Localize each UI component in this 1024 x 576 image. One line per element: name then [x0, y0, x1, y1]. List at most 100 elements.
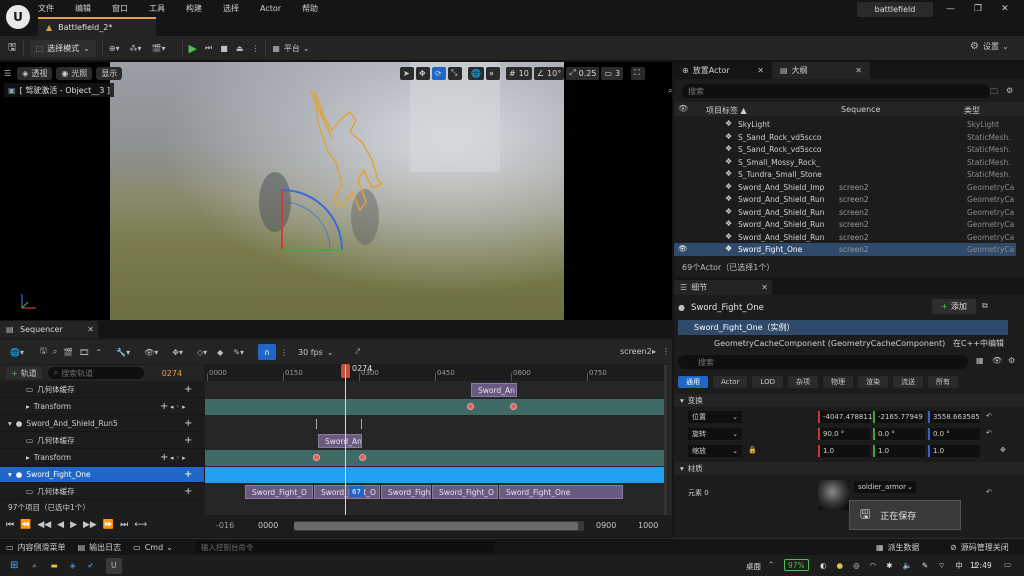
menu-window[interactable]: 窗口 — [112, 3, 128, 14]
view-range-bar[interactable] — [294, 521, 584, 531]
prev-frame-icon[interactable]: ◀◀ — [37, 520, 51, 530]
track-row[interactable]: ▸ Transform + ◂ ◦ ▸ — [0, 399, 204, 415]
lit-button[interactable]: ◉ 光照 — [56, 66, 93, 80]
materials-section-header[interactable]: ▾ 材质 — [674, 462, 1024, 475]
mobility-icon[interactable]: ✥ — [1000, 446, 1006, 454]
filter-button[interactable]: 通用 — [678, 375, 708, 388]
key-icon[interactable]: ◇▾ — [197, 348, 207, 357]
play-forward-icon[interactable]: ▶ — [70, 520, 77, 530]
tray-app-icon-3[interactable]: ◎ — [853, 561, 860, 570]
save-sequence-icon[interactable]: 🖫 — [40, 345, 47, 359]
filter-button[interactable]: 渲染 — [857, 375, 888, 388]
add-key-icon[interactable]: + — [160, 452, 168, 463]
rotation-snap-button[interactable]: ∠ 10° — [533, 66, 565, 80]
blueprint-icon[interactable]: ⁂▾ — [130, 44, 142, 53]
add-key-icon[interactable]: + — [184, 384, 192, 395]
viewport-scene-image[interactable] — [110, 62, 564, 320]
menu-actor[interactable]: Actor — [260, 4, 281, 13]
reverse-icon[interactable]: ◀ — [57, 520, 64, 530]
clock[interactable]: 12:49 — [970, 561, 992, 570]
add-component-button[interactable]: + 添加 — [932, 299, 976, 314]
scale-z-input[interactable]: 1.0 — [928, 445, 980, 457]
scale-tool-icon[interactable]: ⤡ — [448, 66, 462, 80]
menu-help[interactable]: 帮助 — [302, 3, 318, 14]
ime-icon[interactable]: 中 — [955, 560, 963, 571]
outliner-row[interactable]: 👁 ❖ Sword_Fight_One screen2 GeometryCa — [674, 243, 1016, 256]
visibility-icon[interactable]: 👁 — [678, 244, 688, 253]
battery-indicator[interactable]: 97% — [784, 559, 809, 571]
material-thumbnail[interactable] — [818, 480, 850, 510]
play-icon[interactable]: ▶ — [189, 42, 197, 55]
camera-speed-button[interactable]: ▭ 3 — [601, 66, 624, 80]
filter-button[interactable]: 物理 — [822, 375, 853, 388]
derived-data-button[interactable]: ▦ 派生数据 — [876, 542, 920, 553]
outliner-search-input[interactable]: 搜索 ⌕ — [668, 84, 990, 98]
windows-start-icon[interactable]: ⊞ — [10, 560, 18, 571]
material-picker[interactable]: soldier_armor ⌄ — [854, 481, 916, 493]
chevron-down-icon[interactable]: ▾ — [8, 470, 12, 479]
eject-icon[interactable]: ⏏ — [236, 44, 244, 53]
gizmo-icon[interactable]: ✥▾ — [172, 348, 183, 357]
rotation-dropdown[interactable]: 旋转 ⌄ — [688, 428, 742, 440]
pen-icon[interactable]: ✎ — [922, 561, 928, 570]
level-tab[interactable]: ▲ Battlefield_2* — [38, 17, 156, 36]
maximize-viewport-icon[interactable]: ⛶ — [631, 66, 646, 80]
wifi-icon[interactable]: ⌔ — [938, 561, 945, 571]
render-movie-icon[interactable]: 🎞 — [79, 348, 89, 357]
platform-button[interactable]: ▦ 平台 ⌄ — [272, 43, 309, 54]
world-icon[interactable]: 🌐▾ — [10, 348, 24, 357]
network-icon[interactable]: ◠ — [870, 561, 877, 570]
rotation-y-input[interactable]: 0.0 ° — [873, 428, 925, 440]
scale-y-input[interactable]: 1.0 — [873, 445, 925, 457]
clip-sword-fight-1[interactable]: Sword_Fight_O — [245, 485, 313, 499]
step-icon[interactable]: ⏭ — [205, 43, 212, 53]
restore-icon[interactable]: ❐ — [974, 4, 982, 14]
outliner-row[interactable]: ❖ Sword_And_Shield_Run screen2 GeometryCa — [674, 218, 1016, 231]
viewport-menu-icon[interactable]: ☰ — [4, 69, 11, 78]
view-options-icon[interactable]: 👁▾ — [144, 348, 158, 357]
reset-icon[interactable]: ↶ — [986, 412, 992, 420]
reset-icon[interactable]: ↶ — [986, 429, 992, 437]
chevron-up-icon[interactable]: ⌃ — [768, 560, 774, 569]
property-matrix-icon[interactable]: ▦ — [976, 356, 984, 365]
cmd-selector[interactable]: ▭ Cmd ⌄ — [133, 543, 173, 552]
clip-sword-fight-3[interactable]: Sword_Fight_O — [381, 485, 431, 499]
app-icon-blue[interactable]: ◈ — [70, 561, 76, 570]
select-mode-button[interactable]: ⬚ 选择模式 ⌄ — [29, 39, 96, 57]
view-start[interactable]: 0000 — [258, 521, 278, 530]
menu-build[interactable]: 构建 — [186, 3, 202, 14]
eye-icon[interactable]: 👁 — [992, 356, 1002, 365]
next-frame-icon[interactable]: ▶▶ — [83, 520, 97, 530]
content-drawer-button[interactable]: ▭ 内容侧滑菜单 — [6, 542, 66, 553]
surface-snap-icon[interactable]: ⋄ — [485, 66, 500, 80]
save-icon[interactable]: 🖫 — [8, 40, 17, 57]
col-sequence[interactable]: Sequence — [841, 105, 880, 114]
location-x-input[interactable]: -4047.478811 — [818, 411, 872, 423]
tab-place-actors[interactable]: ⊕ 放置Actor ✕ — [674, 62, 772, 79]
outliner-row[interactable]: ❖ S_Small_Mossy_Rock_ StaticMesh. — [674, 156, 1016, 169]
console-command-input[interactable]: 输入控制台命令 — [195, 541, 495, 553]
filter-button[interactable]: 流送 — [892, 375, 923, 388]
outliner-row[interactable]: ❖ Sword_And_Shield_Run screen2 GeometryCa — [674, 231, 1016, 244]
scale-dropdown[interactable]: 缩放 ⌄ — [688, 445, 742, 457]
volume-icon[interactable]: 🔈 — [902, 561, 911, 570]
outliner-row[interactable]: ❖ SkyLight SkyLight — [674, 118, 1016, 131]
jump-start-icon[interactable]: ⏮ — [6, 520, 14, 530]
location-y-input[interactable]: -2165.77949 — [873, 411, 925, 423]
key-nav-icon[interactable]: ◂ ◦ ▸ — [170, 403, 186, 411]
reset-icon[interactable]: ↶ — [986, 488, 992, 496]
world-local-icon[interactable]: 🌐 — [468, 66, 484, 80]
view-end[interactable]: 0900 — [596, 521, 616, 530]
lock-icon[interactable]: 🔒 — [748, 446, 757, 454]
track-row[interactable]: ▸ Transform + ◂ ◦ ▸ — [0, 450, 204, 466]
outliner-row[interactable]: ❖ Sword_And_Shield_Imp screen2 GeometryCa — [674, 181, 1016, 194]
track-row[interactable]: ▭ 几何体缓存 + — [0, 484, 204, 500]
clip-sword-and-shield-1[interactable]: Sword_An — [471, 383, 517, 397]
translate-tool-icon[interactable]: ✥ — [416, 66, 430, 80]
track-search-input[interactable]: ⌕ 搜索轨道 — [47, 367, 144, 379]
loop-icon[interactable]: ⟷ — [134, 520, 147, 530]
more-options-icon[interactable]: ⋮ — [251, 44, 259, 53]
filter-button[interactable]: Actor — [713, 375, 748, 388]
add-key-icon[interactable]: + — [184, 486, 192, 497]
tab-sequencer[interactable]: ▤ Sequencer ✕ — [0, 321, 98, 338]
